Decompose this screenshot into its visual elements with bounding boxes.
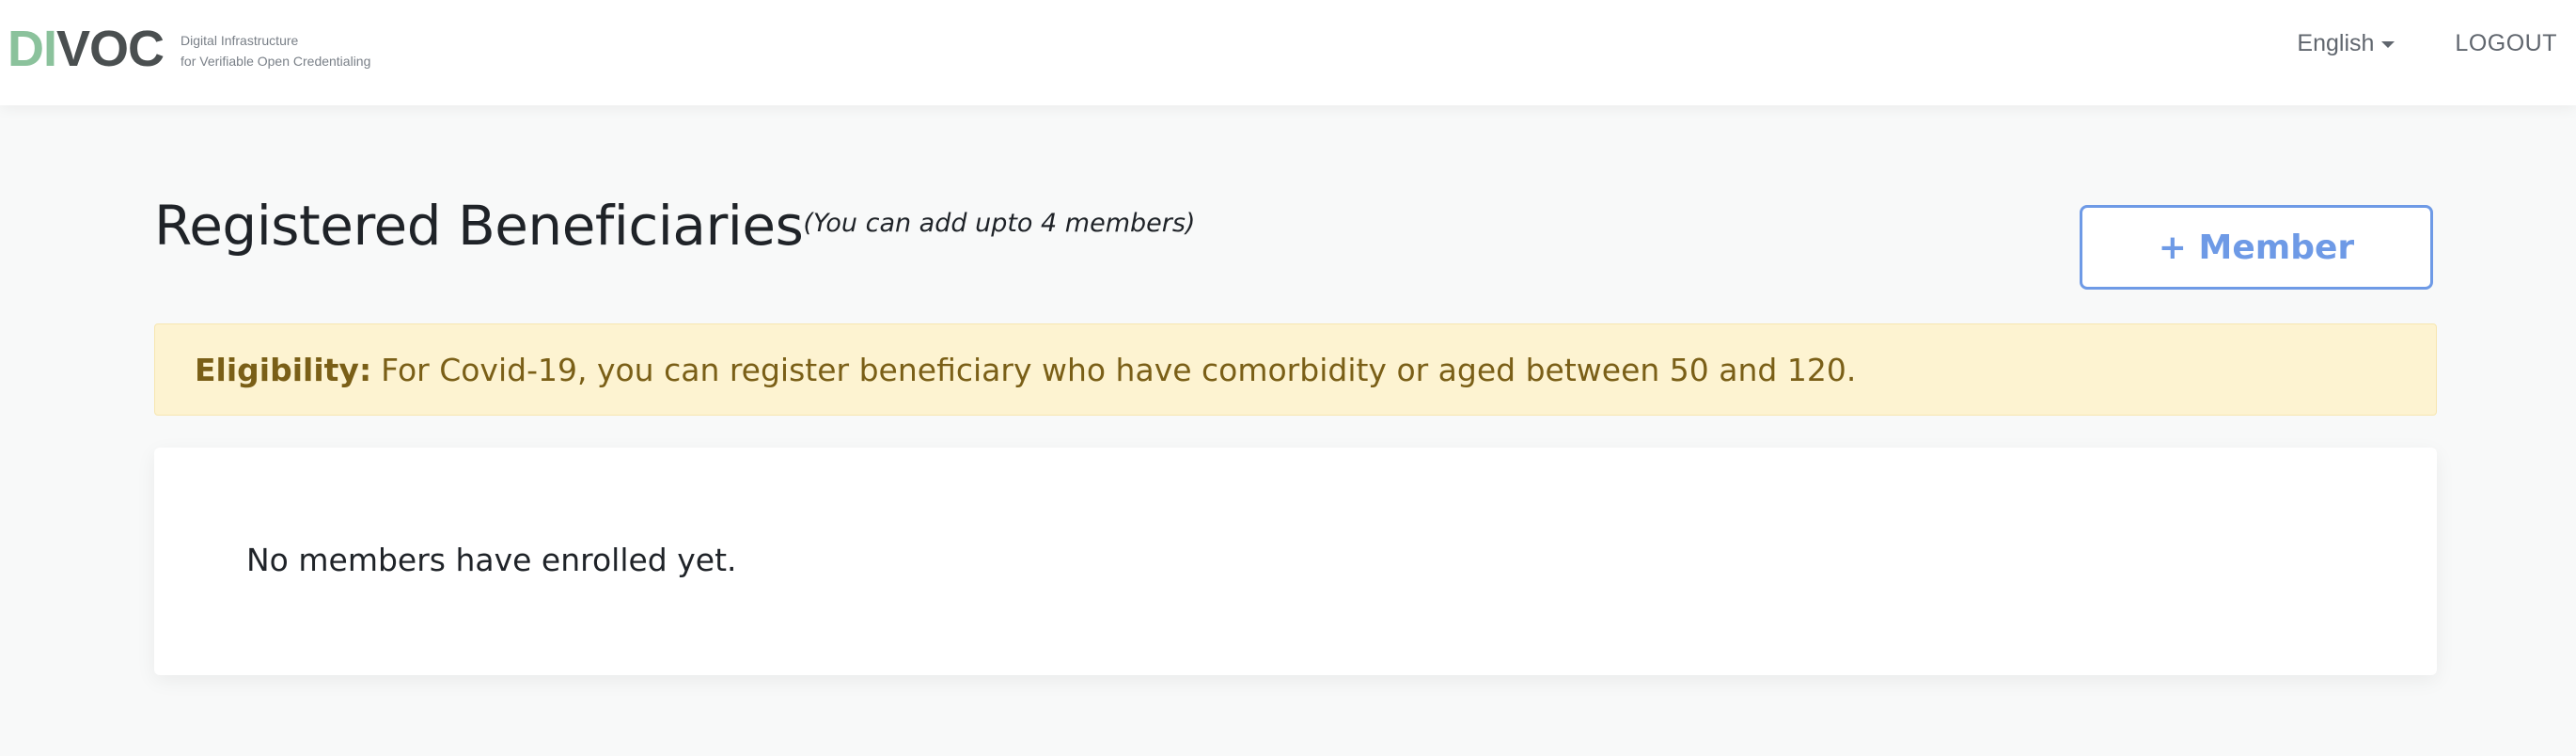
page-title: Registered Beneficiaries (You can add up… bbox=[154, 194, 1195, 258]
logo-tagline-line1: Digital Infrastructure bbox=[181, 33, 299, 48]
logo-mark: DIVOC bbox=[8, 21, 165, 77]
logo-tagline-line2: for Verifiable Open Credentialing bbox=[181, 54, 371, 69]
divoc-logo[interactable]: DIVOC Digital Infrastructure for Verifia… bbox=[8, 21, 370, 77]
eligibility-text: For Covid-19, you can register beneficia… bbox=[381, 351, 1857, 388]
header-nav: English LOGOUT bbox=[2297, 30, 2557, 57]
empty-members-message: No members have enrolled yet. bbox=[246, 542, 737, 578]
logout-link[interactable]: LOGOUT bbox=[2455, 30, 2557, 57]
language-dropdown[interactable]: English bbox=[2297, 30, 2395, 57]
logo-mark-voc: VOC bbox=[56, 21, 165, 77]
page-title-text: Registered Beneficiaries bbox=[154, 194, 804, 258]
top-navbar: DIVOC Digital Infrastructure for Verifia… bbox=[0, 0, 2576, 105]
caret-down-icon bbox=[2381, 41, 2395, 48]
members-card: No members have enrolled yet. bbox=[154, 448, 2437, 675]
eligibility-alert: Eligibility: For Covid-19, you can regis… bbox=[154, 323, 2437, 416]
logo-tagline: Digital Infrastructure for Verifiable Op… bbox=[181, 30, 370, 71]
member-limit-note: (You can add upto 4 members) bbox=[803, 209, 1196, 238]
language-dropdown-label: English bbox=[2297, 30, 2375, 56]
eligibility-label: Eligibility: bbox=[195, 351, 372, 388]
logo-mark-di: DI bbox=[8, 21, 57, 77]
add-member-button[interactable]: + Member bbox=[2080, 205, 2433, 290]
